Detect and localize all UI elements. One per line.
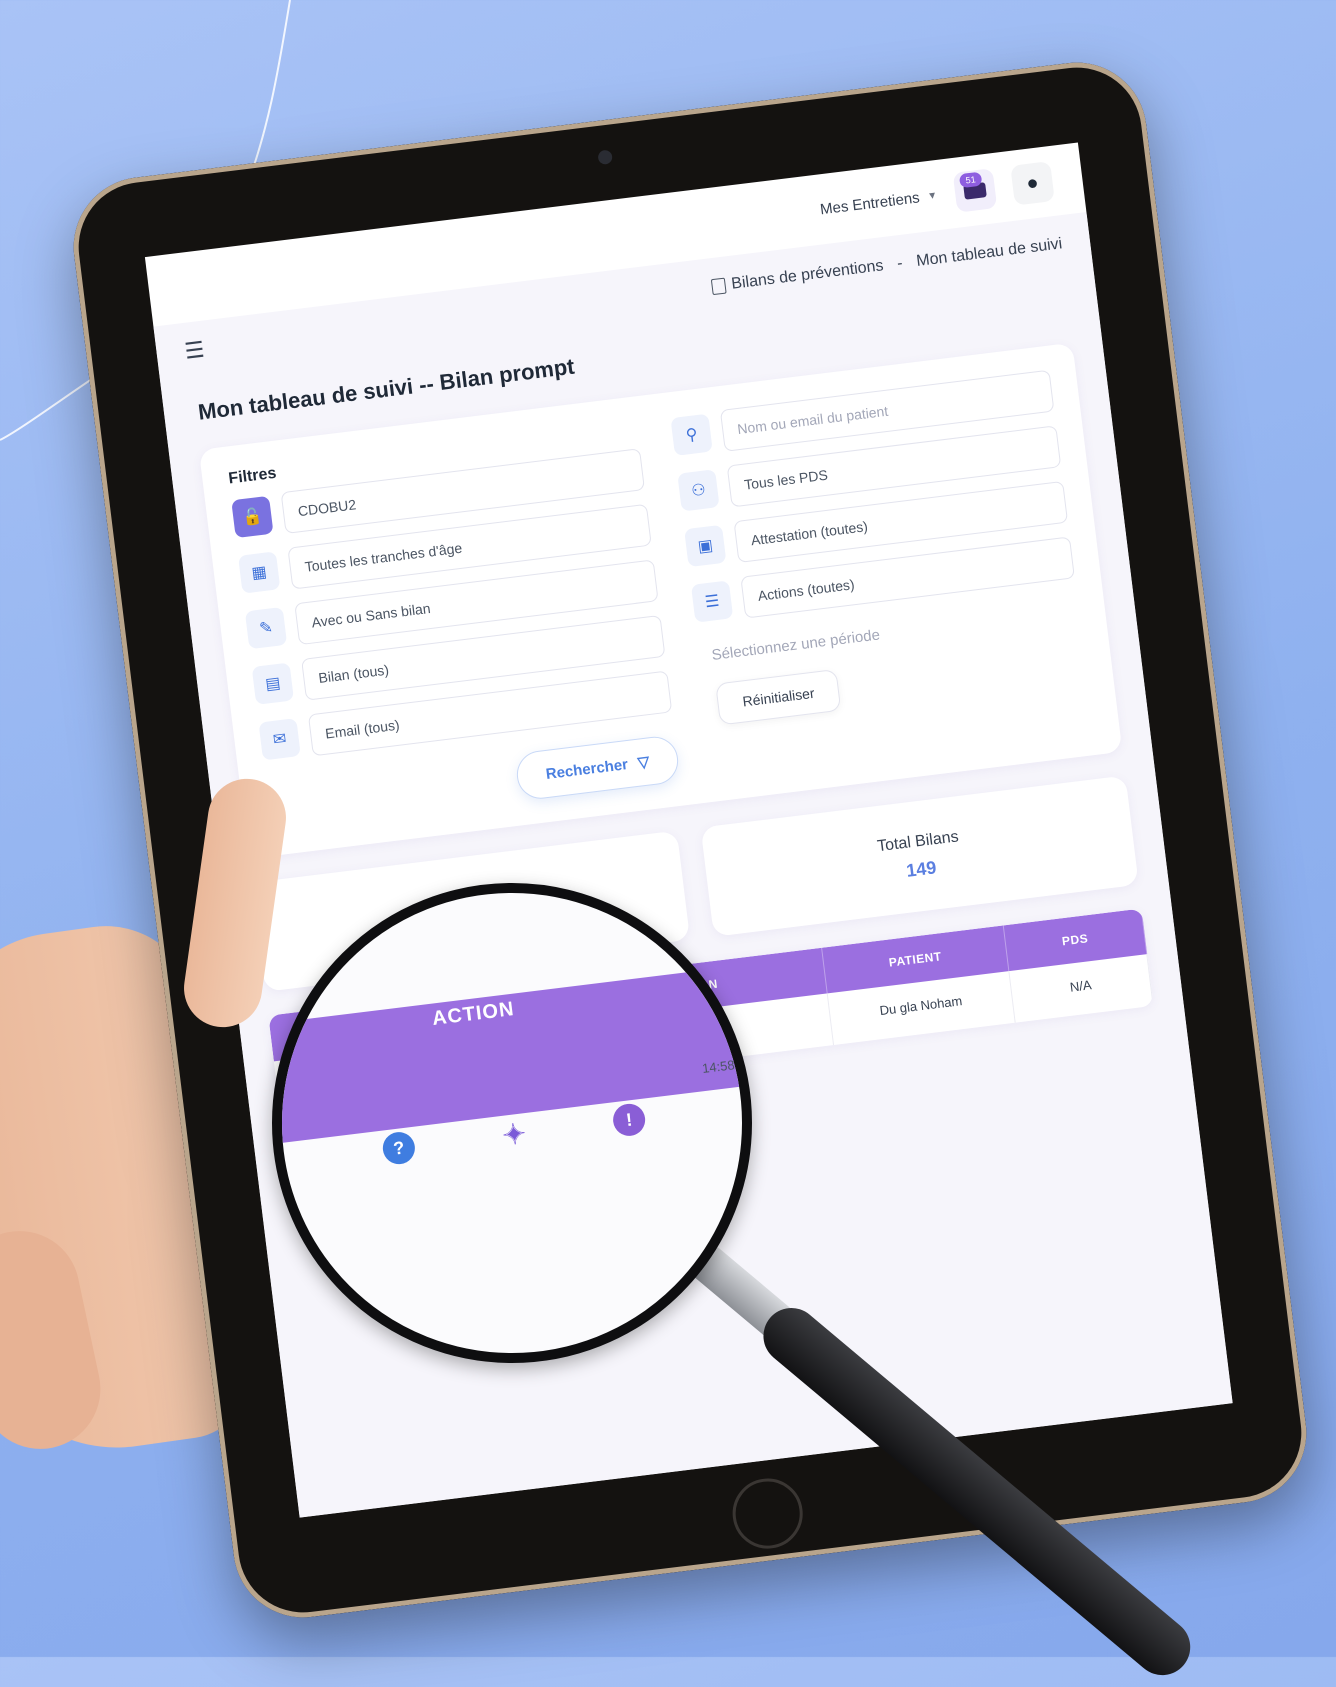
checklist-icon: ☰ bbox=[691, 580, 734, 623]
user-icon: ● bbox=[1025, 171, 1040, 195]
filters-left-column: Filtres 🔓 CDOBU2 ▦ Toutes les tranches d… bbox=[228, 420, 681, 832]
entretiens-dropdown[interactable]: Mes Entretiens ▼ bbox=[819, 187, 938, 218]
total-bilans-label: Total Bilans bbox=[876, 827, 960, 855]
certificate-icon: ▣ bbox=[684, 524, 727, 568]
reset-button[interactable]: Réinitialiser bbox=[715, 668, 842, 726]
search-button[interactable]: Rechercher ▽ bbox=[514, 734, 681, 802]
unlock-icon[interactable]: 🔓 bbox=[231, 495, 274, 539]
user-search-icon: ⚲ bbox=[670, 413, 713, 456]
total-bilans-value: 149 bbox=[905, 856, 938, 881]
breadcrumb-separator: - bbox=[896, 254, 904, 273]
filters-right-column: ⚲ Nom ou email du patient ⚇ Tous les PDS… bbox=[670, 369, 1093, 778]
main-content: ☰ Bilans de préventions - Mon tableau de… bbox=[153, 212, 1233, 1518]
monitor-button[interactable]: 51 bbox=[952, 168, 998, 213]
entretiens-label: Mes Entretiens bbox=[819, 188, 921, 218]
home-button bbox=[728, 1474, 807, 1553]
help-icon: ? bbox=[381, 1130, 417, 1166]
magnifier-lens: ACTION MISSION 14:58:35 ? ✦ ! bbox=[272, 883, 752, 1363]
chevron-down-icon: ▼ bbox=[926, 189, 938, 202]
alert-icon: ! bbox=[611, 1102, 647, 1138]
sparkle-icon: ✦ bbox=[500, 1117, 528, 1151]
user-button[interactable]: ● bbox=[1010, 161, 1055, 206]
document-status-icon: ▤ bbox=[251, 662, 295, 705]
search-button-label: Rechercher bbox=[544, 755, 629, 783]
document-icon bbox=[710, 277, 727, 295]
tablet-screen: Mes Entretiens ▼ 51 ● ☰ Bilans de préven… bbox=[144, 142, 1233, 1518]
users-icon: ⚇ bbox=[677, 469, 720, 512]
hamburger-menu-icon[interactable]: ☰ bbox=[183, 337, 206, 365]
tablet-camera bbox=[597, 149, 613, 166]
mail-icon: ✉ bbox=[258, 718, 301, 761]
filter-funnel-icon: ▽ bbox=[636, 753, 651, 772]
calendar-icon: ▦ bbox=[238, 551, 281, 594]
stat-card-total: Total Bilans 149 bbox=[700, 775, 1139, 937]
document-edit-icon: ✎ bbox=[244, 606, 288, 650]
